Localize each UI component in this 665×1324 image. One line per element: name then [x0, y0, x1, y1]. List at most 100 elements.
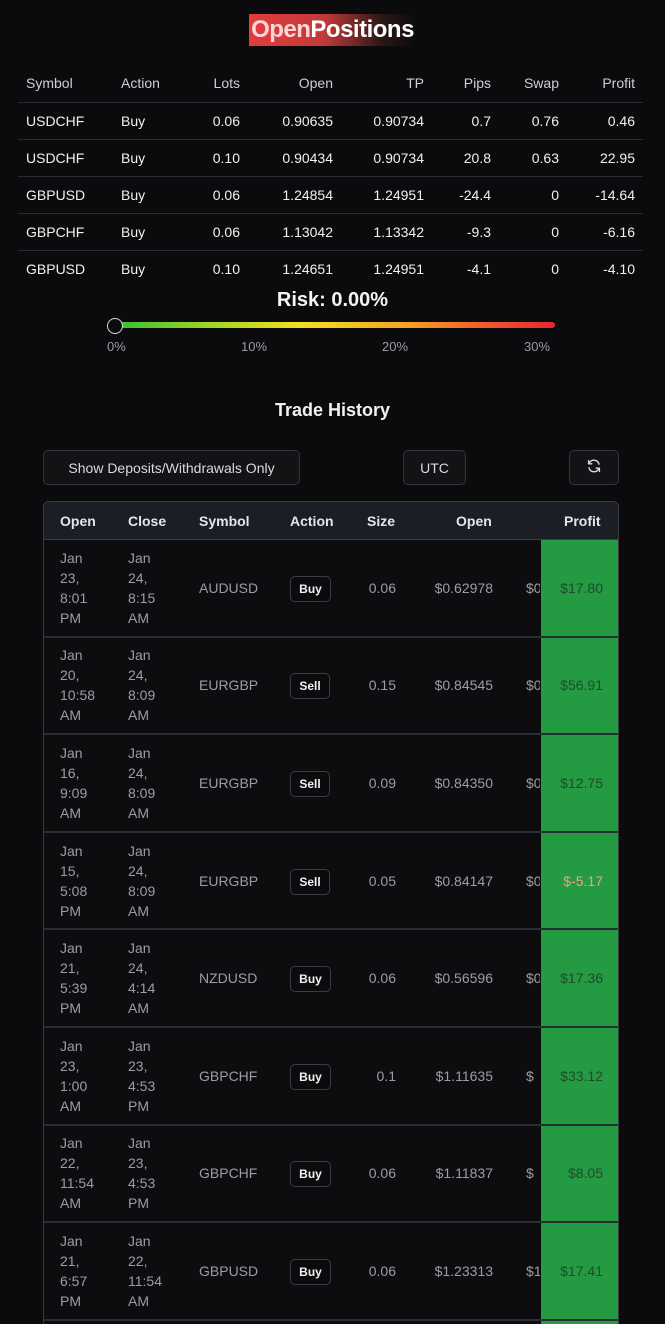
- hcol-size: Size: [367, 513, 396, 529]
- cell-profit: 0.46: [567, 102, 643, 140]
- cell-tp: 0.90734: [341, 139, 432, 177]
- close-time-line: 4:53: [128, 1175, 156, 1192]
- cell-symbol: GBPUSD: [18, 176, 113, 214]
- open-time-line: 20,: [60, 667, 80, 684]
- risk-tick-20: 20%: [382, 339, 409, 354]
- open-time-line: PM: [60, 1293, 81, 1309]
- open-time-line: 9:09: [60, 785, 88, 801]
- cell-tp: 1.24951: [373, 260, 424, 277]
- action-badge: Sell: [290, 868, 330, 895]
- clipped-price-cell: $: [526, 1165, 534, 1182]
- symbol-cell: AUDUSD: [199, 579, 259, 596]
- size-cell: 0.06: [368, 1263, 396, 1279]
- open-price-cell: $1.23313: [434, 1263, 493, 1279]
- cell-symbol: USDCHF: [18, 139, 113, 177]
- close-time-line: Jan: [128, 549, 151, 566]
- clipped-price-cell: $0: [526, 677, 540, 694]
- cell-profit: -14.64: [567, 176, 643, 214]
- open-positions-header-row: Symbol Action Lots Open TP Pips Swap Pro…: [18, 64, 643, 103]
- cell-lots: 0.06: [188, 176, 248, 214]
- symbol-cell: GBPCHF: [199, 1067, 258, 1084]
- timezone-button[interactable]: UTC: [403, 450, 466, 485]
- cell-pips: 20.8: [432, 139, 499, 177]
- hcol-open: Open: [60, 513, 96, 529]
- risk-tick-30: 30%: [524, 339, 551, 354]
- close-time: Jan 22, 11:54 AM: [128, 1231, 162, 1311]
- hcol-close: Close: [128, 513, 167, 529]
- close-time: Jan 24, 8:15 AM: [128, 548, 155, 628]
- refresh-button[interactable]: [569, 450, 619, 485]
- col-action: Action: [113, 64, 188, 103]
- cell-open: 0.90434: [248, 139, 341, 177]
- close-time: Jan 23, 4:53 PM: [128, 1133, 155, 1213]
- open-position-row: USDCHF Buy 0.10 0.90434 0.90734 20.8 0.63 22.95: [18, 139, 643, 177]
- close-time: Jan 23, 4:53 PM: [128, 1036, 155, 1116]
- open-time-line: AM: [60, 707, 81, 724]
- close-time-line: 24,: [128, 667, 148, 684]
- risk-tick-10: 10%: [241, 339, 268, 354]
- cell-pips: 0.7: [432, 102, 499, 140]
- col-lots: Lots: [188, 64, 248, 103]
- close-time-line: AM: [128, 1000, 149, 1017]
- size-cell: 0.06: [368, 970, 396, 987]
- open-time: Jan 23, 8:01 PM: [60, 548, 87, 628]
- cell-action: Buy: [113, 176, 188, 214]
- symbol-cell: EURGBP: [199, 775, 259, 791]
- open-time-line: PM: [60, 902, 81, 919]
- close-time: Jan 24, 8:09 AM: [128, 841, 155, 921]
- cell-open: 0.90635: [248, 102, 341, 140]
- open-time-line: PM: [60, 1000, 81, 1017]
- size-cell: 0.15: [368, 677, 396, 694]
- cell-lots: 0.06: [188, 213, 248, 251]
- risk-slider-handle[interactable]: [107, 318, 123, 334]
- close-time-line: 24,: [128, 960, 148, 977]
- size-cell: 0.06: [368, 579, 396, 596]
- profit-cell: $17.80: [560, 579, 603, 596]
- close-time-line: 4:14: [128, 980, 156, 997]
- profit-cell: $17.41: [560, 1263, 603, 1279]
- risk-tick-0: 0%: [107, 339, 126, 354]
- open-price-cell: $1.11635: [435, 1067, 493, 1084]
- size-cell: 0.09: [368, 775, 396, 791]
- cell-symbol: USDCHF: [18, 102, 113, 140]
- clipped-price-cell: $0: [526, 970, 540, 987]
- risk-gradient-bar: [115, 322, 555, 328]
- open-time-line: Jan: [60, 1233, 83, 1249]
- close-time-line: Jan: [128, 647, 151, 664]
- open-time-line: 5:39: [60, 980, 88, 997]
- refresh-icon: [586, 458, 602, 477]
- close-time-line: PM: [128, 1097, 149, 1114]
- close-time-line: AM: [128, 805, 149, 821]
- hcol-profit: Profit: [564, 513, 601, 529]
- open-position-row: USDCHF Buy 0.06 0.90635 0.90734 0.7 0.76 0.46: [18, 102, 643, 140]
- close-time-line: Jan: [128, 745, 151, 761]
- open-positions-table: Symbol Action Lots Open TP Pips Swap Pro…: [18, 64, 643, 287]
- cell-open: 1.24854: [248, 176, 341, 214]
- close-time-line: Jan: [128, 940, 151, 957]
- close-time: Jan 24, 4:14 AM: [128, 938, 155, 1018]
- cell-symbol: GBPCHF: [18, 213, 113, 251]
- cell-open: 1.13042: [248, 213, 341, 251]
- open-time-line: Jan: [60, 940, 83, 957]
- close-time-line: 24,: [128, 569, 148, 586]
- open-time-line: 1:00: [60, 1077, 88, 1094]
- trade-history-title: Trade History: [274, 400, 391, 420]
- open-time-line: AM: [60, 1195, 81, 1212]
- risk-label: Risk: 0.00%: [276, 289, 389, 311]
- close-time-line: AM: [128, 609, 149, 626]
- profit-cell: $-5.17: [563, 872, 603, 889]
- size-cell: 0.06: [368, 1165, 396, 1182]
- show-deposits-button[interactable]: Show Deposits/Withdrawals Only: [43, 450, 300, 485]
- open-price-cell: $0.84545: [434, 677, 493, 694]
- cell-swap: 0: [499, 213, 567, 251]
- cell-pips: -9.3: [432, 213, 499, 251]
- close-time-line: 4:53: [128, 1077, 156, 1094]
- action-badge: Buy: [290, 1161, 331, 1188]
- profit-cell: $17.36: [560, 970, 603, 987]
- action-badge: Buy: [290, 1063, 331, 1090]
- close-time-line: 24,: [128, 765, 148, 781]
- close-time-line: Jan: [128, 1233, 151, 1249]
- open-time-line: 23,: [60, 569, 80, 586]
- col-pips: Pips: [432, 64, 499, 103]
- close-time-line: AM: [128, 1293, 149, 1309]
